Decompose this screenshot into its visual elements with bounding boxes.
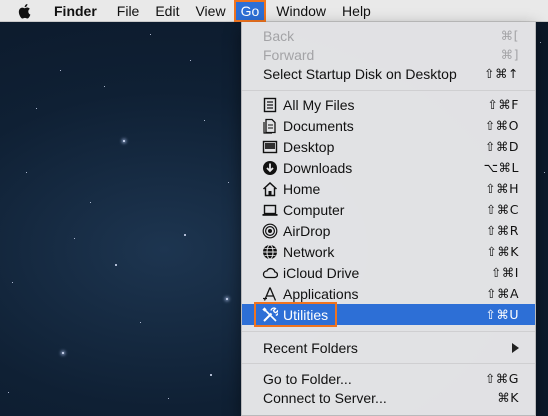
shortcut: ⌘]: [500, 47, 519, 62]
menu-item-label: Documents: [283, 117, 354, 134]
menu-help[interactable]: Help: [334, 0, 379, 22]
menu-item-select-startup-disk[interactable]: Select Startup Disk on Desktop ⇧⌘↑: [242, 63, 535, 84]
menu-item-label: Applications: [283, 285, 359, 302]
menu-item-applications[interactable]: Applications ⇧⌘A: [242, 283, 535, 304]
shortcut: ⇧⌘↑: [484, 66, 519, 81]
shortcut: ⇧⌘H: [485, 181, 519, 196]
submenu-arrow-icon: [512, 343, 519, 353]
menu-item-label: Network: [283, 243, 335, 260]
shortcut: ⇧⌘O: [484, 118, 519, 133]
menu-item-go-to-folder[interactable]: Go to Folder... ⇧⌘G: [242, 368, 535, 389]
shortcut: ⇧⌘C: [485, 202, 519, 217]
home-icon: [262, 181, 278, 197]
menu-item-home[interactable]: Home ⇧⌘H: [242, 178, 535, 199]
menu-item-label: Go to Folder...: [263, 370, 352, 387]
menu-item-airdrop[interactable]: AirDrop ⇧⌘R: [242, 220, 535, 241]
menu-view[interactable]: View: [187, 0, 233, 22]
menu-item-recent-folders[interactable]: Recent Folders: [242, 337, 535, 358]
menu-item-label: iCloud Drive: [283, 264, 360, 281]
shortcut: ⇧⌘R: [485, 223, 519, 238]
menu-item-computer[interactable]: Computer ⇧⌘C: [242, 199, 535, 220]
menu-item-label: Forward: [263, 46, 315, 63]
shortcut: ⇧⌘I: [490, 265, 519, 280]
go-menu-dropdown: Back ⌘[ Forward ⌘] Select Startup Disk o…: [241, 22, 536, 416]
shortcut: ⇧⌘U: [485, 307, 519, 322]
menu-item-forward[interactable]: Forward ⌘]: [242, 44, 535, 65]
menu-edit[interactable]: Edit: [147, 0, 187, 22]
icloud-icon: [262, 267, 278, 279]
all-my-files-icon: [263, 97, 277, 113]
menu-item-network[interactable]: Network ⇧⌘K: [242, 241, 535, 262]
menu-item-label: AirDrop: [283, 222, 331, 239]
documents-icon: [263, 118, 276, 134]
utilities-highlight-box: [254, 302, 337, 327]
menu-item-documents[interactable]: Documents ⇧⌘O: [242, 115, 535, 136]
menu-item-desktop[interactable]: Desktop ⇧⌘D: [242, 136, 535, 157]
menu-item-back[interactable]: Back ⌘[: [242, 25, 535, 46]
menu-item-label: Computer: [283, 201, 345, 218]
separator: [242, 90, 535, 91]
network-icon: [263, 244, 277, 260]
shortcut: ⌘[: [500, 28, 519, 43]
shortcut: ⇧⌘K: [486, 244, 519, 259]
menu-item-label: Downloads: [283, 159, 353, 176]
shortcut: ⇧⌘D: [484, 139, 519, 154]
menu-item-icloud-drive[interactable]: iCloud Drive ⇧⌘I: [242, 262, 535, 283]
menu-file[interactable]: File: [109, 0, 148, 22]
menu-go[interactable]: Go: [233, 0, 267, 22]
separator: [242, 331, 535, 332]
menu-item-label: All My Files: [283, 96, 355, 113]
applications-icon: [263, 287, 277, 301]
menu-item-downloads[interactable]: Downloads ⌥⌘L: [242, 157, 535, 178]
shortcut: ⇧⌘F: [487, 97, 519, 112]
airdrop-icon: [262, 223, 278, 239]
menu-item-connect-to-server[interactable]: Connect to Server... ⌘K: [242, 387, 535, 408]
menu-item-all-my-files[interactable]: All My Files ⇧⌘F: [242, 94, 535, 115]
menu-item-label: Back: [263, 27, 295, 44]
menu-item-label: Connect to Server...: [263, 389, 387, 406]
menu-item-label: Select Startup Disk on Desktop: [263, 65, 457, 82]
menu-bar: Finder File Edit View Go Window Help: [0, 0, 548, 22]
computer-icon: [262, 204, 278, 216]
downloads-icon: [263, 161, 277, 175]
separator: [242, 363, 535, 364]
shortcut: ⇧⌘G: [484, 371, 519, 386]
menu-window[interactable]: Window: [268, 0, 334, 22]
shortcut: ⌥⌘L: [483, 160, 519, 175]
desktop-icon: [262, 140, 278, 154]
menu-item-label: Desktop: [283, 138, 335, 155]
shortcut: ⇧⌘A: [485, 286, 519, 301]
menu-item-label: Recent Folders: [263, 339, 358, 356]
menu-item-label: Home: [283, 180, 321, 197]
shortcut: ⌘K: [497, 390, 519, 405]
apple-icon[interactable]: [16, 2, 34, 20]
menu-finder[interactable]: Finder: [52, 0, 109, 22]
